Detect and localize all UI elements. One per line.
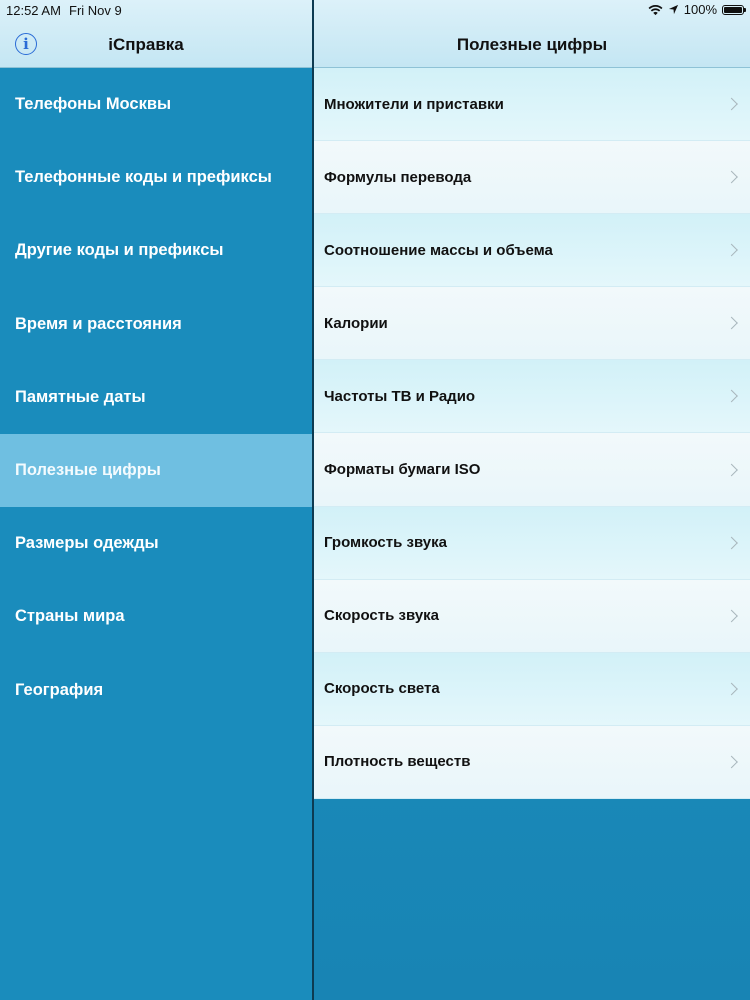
master-list: Телефоны Москвы Телефонные коды и префикс… bbox=[0, 68, 312, 727]
sidebar-item-label: Размеры одежды bbox=[15, 534, 159, 553]
detail-row-label: Форматы бумаги ISO bbox=[324, 461, 481, 479]
detail-row-label: Частоты ТВ и Радио bbox=[324, 387, 476, 405]
detail-row-label: Громкость звука bbox=[324, 534, 448, 552]
detail-row[interactable]: Скорость света bbox=[314, 652, 750, 726]
chevron-right-icon bbox=[725, 97, 738, 111]
detail-row-label: Формулы перевода bbox=[324, 168, 472, 186]
status-bar: 12:52 AM Fri Nov 9 100% bbox=[0, 0, 750, 20]
sidebar-item-label: Время и расстояния bbox=[15, 314, 182, 333]
detail-pane: Полезные цифры Множители и приставки Форм… bbox=[314, 0, 750, 1000]
chevron-right-icon bbox=[725, 755, 738, 769]
app-screen: 12:52 AM Fri Nov 9 100% i iСправка Телеф… bbox=[0, 0, 750, 1000]
detail-row[interactable]: Плотность веществ bbox=[314, 725, 750, 799]
sidebar-item[interactable]: Страны мира bbox=[0, 580, 312, 653]
detail-row[interactable]: Форматы бумаги ISO bbox=[314, 433, 750, 507]
chevron-right-icon bbox=[725, 536, 738, 549]
sidebar-item[interactable]: Полезные цифры bbox=[0, 433, 312, 508]
sidebar-item[interactable]: Другие коды и префиксы bbox=[0, 214, 312, 287]
sidebar-item-label: Памятные даты bbox=[15, 387, 146, 406]
sidebar-item-label: Телефоны Москвы bbox=[15, 95, 172, 114]
sidebar-item[interactable]: Время и расстояния bbox=[0, 288, 312, 361]
detail-row[interactable]: Частоты ТВ и Радио bbox=[314, 360, 750, 434]
detail-list: Множители и приставки Формулы перевода Соо… bbox=[314, 68, 750, 799]
sidebar-item[interactable]: География bbox=[0, 654, 312, 727]
status-date: Fri Nov 9 bbox=[69, 3, 122, 18]
battery-icon bbox=[722, 4, 746, 15]
master-pane: i iСправка Телефоны Москвы Телефонные код… bbox=[0, 0, 312, 1000]
detail-row-label: Калории bbox=[324, 314, 388, 332]
detail-row[interactable]: Множители и приставки bbox=[314, 68, 750, 142]
sidebar-item-label: География bbox=[15, 680, 104, 699]
chevron-right-icon bbox=[725, 316, 738, 330]
chevron-right-icon bbox=[725, 682, 738, 696]
detail-row[interactable]: Соотношение массы и объема bbox=[314, 214, 750, 288]
status-indicators: 100% bbox=[648, 2, 746, 17]
detail-title: Полезные цифры bbox=[456, 35, 608, 54]
sidebar-item-label: Полезные цифры bbox=[15, 461, 161, 480]
detail-row-label: Соотношение массы и объема bbox=[324, 241, 553, 259]
sidebar-item-label: Страны мира bbox=[15, 607, 125, 626]
status-time: 12:52 AM bbox=[6, 3, 61, 18]
chevron-right-icon bbox=[725, 390, 738, 403]
detail-row-label: Плотность веществ bbox=[324, 753, 471, 771]
detail-row-label: Скорость звука bbox=[324, 607, 440, 625]
sidebar-item[interactable]: Памятные даты bbox=[0, 361, 312, 434]
chevron-right-icon bbox=[725, 609, 738, 623]
chevron-right-icon bbox=[725, 243, 738, 257]
battery-percent: 100% bbox=[683, 2, 717, 17]
sidebar-item-label: Телефонные коды и префиксы bbox=[15, 168, 272, 187]
master-title: iСправка bbox=[108, 35, 184, 54]
battery-level bbox=[724, 6, 742, 13]
wifi-icon bbox=[648, 4, 663, 15]
detail-row[interactable]: Калории bbox=[314, 287, 750, 361]
sidebar-item-label: Другие коды и префиксы bbox=[15, 241, 224, 260]
chevron-right-icon bbox=[725, 463, 738, 476]
detail-row[interactable]: Скорость звука bbox=[314, 579, 750, 653]
chevron-right-icon bbox=[725, 170, 738, 184]
detail-row[interactable]: Громкость звука bbox=[314, 506, 750, 580]
location-arrow-icon bbox=[668, 4, 678, 15]
detail-row-label: Множители и приставки bbox=[324, 95, 504, 113]
detail-row-label: Скорость света bbox=[324, 680, 440, 698]
sidebar-item[interactable]: Телефоны Москвы bbox=[0, 68, 312, 141]
sidebar-item[interactable]: Телефонные коды и префиксы bbox=[0, 141, 312, 214]
detail-row[interactable]: Формулы перевода bbox=[314, 141, 750, 215]
sidebar-item[interactable]: Размеры одежды bbox=[0, 507, 312, 580]
